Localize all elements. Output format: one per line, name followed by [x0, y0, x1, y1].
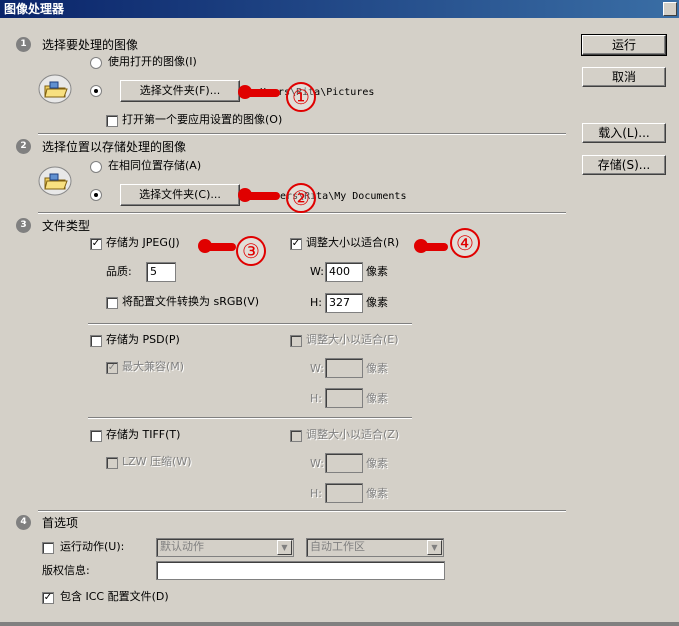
separator — [88, 323, 412, 325]
load-button[interactable]: 载入(L)... — [582, 123, 666, 143]
window-bottom-edge — [0, 622, 679, 626]
psd-resize-label: 调整大小以适合(E) — [306, 333, 399, 346]
psd-height-label: H: — [310, 392, 322, 405]
run-action-checkbox[interactable] — [42, 542, 54, 554]
annotation-arrow — [198, 239, 236, 253]
psd-width-input — [325, 358, 363, 378]
annotation-arrow — [238, 85, 280, 99]
quality-label: 品质: — [106, 265, 132, 278]
open-first-image-label: 打开第一个要应用设置的图像(O) — [122, 113, 283, 126]
radio-use-open-images-label: 使用打开的图像(I) — [108, 55, 197, 68]
radio-select-folder-dest[interactable] — [90, 189, 102, 201]
lzw-compression-label: LZW 压缩(W) — [122, 455, 192, 468]
radio-use-open-images[interactable] — [90, 57, 102, 69]
select-dest-folder-button[interactable]: 选择文件夹(C)... — [120, 184, 240, 206]
select-source-folder-button[interactable]: 选择文件夹(F)... — [120, 80, 240, 102]
action-select-value: 默认动作 — [160, 540, 204, 553]
save-jpeg-label: 存储为 JPEG(J) — [106, 236, 180, 249]
quality-input[interactable]: 5 — [146, 262, 176, 282]
save-psd-checkbox[interactable] — [90, 335, 102, 347]
jpeg-width-input[interactable]: 400 — [325, 262, 363, 282]
folder-icon — [38, 74, 72, 104]
section3-title: 文件类型 — [42, 219, 91, 233]
annotation-4: ④ — [450, 228, 480, 258]
pixels-label: 像素 — [366, 362, 388, 375]
window-title: 图像处理器 — [4, 2, 65, 16]
tiff-resize-checkbox — [290, 430, 302, 442]
open-first-image-checkbox[interactable] — [106, 115, 118, 127]
radio-select-folder-source[interactable] — [90, 85, 102, 97]
tiff-resize-label: 调整大小以适合(Z) — [306, 428, 400, 441]
psd-resize-checkbox — [290, 335, 302, 347]
tiff-height-label: H: — [310, 487, 322, 500]
jpeg-resize-checkbox[interactable]: ✓ — [290, 238, 302, 250]
save-jpeg-checkbox[interactable]: ✓ — [90, 238, 102, 250]
action-select: 默认动作 ▼ — [156, 538, 294, 557]
section1-title: 选择要处理的图像 — [42, 38, 139, 52]
max-compat-checkbox: ✓ — [106, 362, 118, 374]
run-button[interactable]: 运行 — [581, 34, 667, 56]
separator — [38, 133, 566, 135]
close-button[interactable] — [663, 2, 677, 16]
max-compat-label: 最大兼容(M) — [122, 360, 185, 373]
cancel-button[interactable]: 取消 — [582, 67, 666, 87]
psd-width-label: W: — [310, 362, 324, 375]
section3-number: 3 — [16, 218, 31, 233]
folder-icon — [38, 166, 72, 196]
jpeg-height-input[interactable]: 327 — [325, 293, 363, 313]
section2-title: 选择位置以存储处理的图像 — [42, 140, 187, 154]
include-icc-label: 包含 ICC 配置文件(D) — [60, 590, 169, 603]
section4-number: 4 — [16, 515, 31, 530]
convert-srgb-checkbox[interactable] — [106, 297, 118, 309]
jpeg-width-label: W: — [310, 265, 324, 278]
pixels-label: 像素 — [366, 392, 388, 405]
save-psd-label: 存储为 PSD(P) — [106, 333, 180, 346]
section4-title: 首选项 — [42, 516, 79, 530]
radio-save-same-location-label: 在相同位置存储(A) — [108, 159, 202, 172]
tiff-width-input — [325, 453, 363, 473]
annotation-2: ② — [286, 183, 316, 213]
radio-save-same-location[interactable] — [90, 161, 102, 173]
chevron-down-icon: ▼ — [277, 540, 292, 555]
title-bar: 图像处理器 — [0, 0, 679, 18]
separator — [38, 510, 566, 512]
annotation-1: ① — [286, 82, 316, 112]
chevron-down-icon: ▼ — [427, 540, 442, 555]
convert-srgb-label: 将配置文件转换为 sRGB(V) — [122, 295, 260, 308]
annotation-arrow — [238, 188, 280, 202]
include-icc-checkbox[interactable]: ✓ — [42, 592, 54, 604]
save-tiff-checkbox[interactable] — [90, 430, 102, 442]
copyright-label: 版权信息: — [42, 564, 90, 577]
jpeg-resize-label: 调整大小以适合(R) — [306, 236, 400, 249]
action-set-select-value: 自动工作区 — [310, 540, 365, 553]
annotation-3: ③ — [236, 236, 266, 266]
pixels-label: 像素 — [366, 296, 388, 309]
pixels-label: 像素 — [366, 457, 388, 470]
pixels-label: 像素 — [366, 487, 388, 500]
save-tiff-label: 存储为 TIFF(T) — [106, 428, 181, 441]
action-set-select: 自动工作区 ▼ — [306, 538, 444, 557]
annotation-arrow — [414, 239, 448, 253]
section1-number: 1 — [16, 37, 31, 52]
separator — [88, 417, 412, 419]
run-action-label: 运行动作(U): — [60, 540, 125, 553]
tiff-width-label: W: — [310, 457, 324, 470]
lzw-compression-checkbox — [106, 457, 118, 469]
tiff-height-input — [325, 483, 363, 503]
psd-height-input — [325, 388, 363, 408]
copyright-input[interactable] — [156, 561, 445, 580]
save-button[interactable]: 存储(S)... — [582, 155, 666, 175]
pixels-label: 像素 — [366, 265, 388, 278]
section2-number: 2 — [16, 139, 31, 154]
jpeg-height-label: H: — [310, 296, 322, 309]
